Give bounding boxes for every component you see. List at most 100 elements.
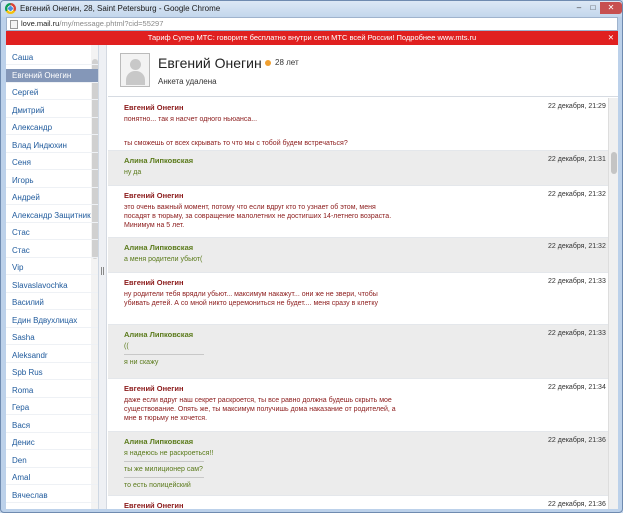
contact-item[interactable]: Андрей (6, 191, 98, 205)
contact-item[interactable]: Василий (6, 296, 98, 310)
profile-status: Анкета удалена (158, 77, 217, 86)
message-text: ну да (124, 169, 142, 176)
message-time: 22 декабря, 21:34 (548, 384, 606, 391)
url-path: /my/message.phtml?cid=55297 (59, 19, 164, 28)
message-item: Евгений Онегин 22 декабря, 21:33 ну родите… (108, 273, 608, 325)
message-divider (124, 461, 204, 462)
message-author[interactable]: Евгений Онегин (124, 103, 184, 112)
contact-item[interactable]: Vip (6, 261, 98, 275)
contact-item[interactable]: Amal (6, 471, 98, 485)
title-bar[interactable]: Евгений Онегин, 28, Saint Petersburg - G… (1, 1, 622, 17)
message-author[interactable]: Евгений Онегин (124, 384, 184, 393)
message-item: Алина Липковская 22 декабря, 21:31 ну да (108, 151, 608, 186)
message-item: Евгений Онегин 22 декабря, 21:29 понятно..… (108, 98, 608, 151)
contact-item[interactable]: Саша (6, 51, 98, 65)
contact-item[interactable]: Александр Защитник (6, 209, 98, 223)
message-time: 22 декабря, 21:36 (548, 501, 606, 508)
message-scrollbar[interactable] (608, 98, 618, 509)
zodiac-icon (265, 60, 271, 66)
message-text: я надеюсь не раскроеться!! (124, 450, 214, 457)
contact-item[interactable]: Стас (6, 244, 98, 258)
avatar-body-shape (126, 71, 145, 85)
contact-item[interactable]: Гера (6, 401, 98, 415)
contact-item[interactable]: Влад Индюхин (6, 139, 98, 153)
message-text: ну родители тебя врядли убьют... максиму… (124, 291, 378, 298)
message-item: Евгений Онегин 22 декабря, 21:34 даже если… (108, 379, 608, 432)
message-item: Евгений Онегин 22 декабря, 21:36 (108, 496, 608, 509)
message-time: 22 декабря, 21:33 (548, 278, 606, 285)
message-item: Евгений Онегин 22 декабря, 21:32 это очень… (108, 186, 608, 238)
message-text: Минимум на 5 лет. (124, 222, 185, 229)
contact-item[interactable]: Дмитрий (6, 104, 98, 118)
contact-item[interactable]: Сергей (6, 86, 98, 100)
message-text: понятно... так я насчет одного ньюанса..… (124, 116, 258, 123)
profile-name[interactable]: Евгений Онегин (158, 55, 262, 71)
message-author[interactable]: Евгений Онегин (124, 191, 184, 200)
contact-item[interactable]: Sasha (6, 331, 98, 345)
ad-banner-text[interactable]: Тариф Супер МТС: говорите бесплатно внут… (148, 33, 476, 42)
address-bar[interactable]: love.mail.ru/my/message.phtml?cid=55297 (6, 17, 618, 31)
maximize-button[interactable]: □ (586, 2, 600, 14)
message-time: 22 декабря, 21:31 (548, 156, 606, 163)
contact-item[interactable]: Slavaslavochka (6, 279, 98, 293)
message-author[interactable]: Евгений Онегин (124, 278, 184, 287)
window-title: Евгений Онегин, 28, Saint Petersburg - G… (20, 4, 221, 13)
message-divider (124, 354, 204, 355)
contact-item[interactable]: Вася (6, 419, 98, 433)
contact-item[interactable]: Aleksandr (6, 349, 98, 363)
url-text[interactable]: love.mail.ru/my/message.phtml?cid=55297 (21, 19, 163, 28)
contact-item[interactable]: Spb Rus (6, 366, 98, 380)
message-author[interactable]: Алина Липковская (124, 156, 193, 165)
page-content: Тариф Супер МТС: говорите бесплатно внут… (6, 31, 618, 509)
message-author[interactable]: Евгений Онегин (124, 501, 184, 509)
message-author[interactable]: Алина Липковская (124, 330, 193, 339)
message-text: я ни скажу (124, 359, 159, 366)
message-text: ты сможешь от всех скрывать то что мы с … (124, 140, 348, 147)
chrome-icon (5, 3, 16, 14)
message-scroll-thumb[interactable] (611, 152, 617, 174)
message-text: ты же милиционер сам? (124, 466, 203, 473)
message-text: то есть полицейский (124, 482, 191, 489)
message-text: (( (124, 343, 129, 350)
splitter-grip-icon[interactable] (101, 267, 104, 275)
avatar[interactable] (120, 53, 150, 87)
minimize-button[interactable]: – (572, 2, 586, 14)
contact-item[interactable]: Игорь (6, 174, 98, 188)
message-text: убивать детей. А со мной никто церемонит… (124, 300, 378, 307)
page-icon (10, 20, 18, 29)
message-time: 22 декабря, 21:33 (548, 330, 606, 337)
message-author[interactable]: Алина Липковская (124, 437, 193, 446)
message-text: а меня родители убьют( (124, 256, 203, 263)
message-text: посадят в тюрьму, за совращение малолетн… (124, 213, 392, 220)
pane-splitter[interactable] (99, 45, 107, 509)
message-item: Алина Липковская 22 декабря, 21:33 (( я ни … (108, 325, 608, 379)
message-divider (124, 477, 204, 478)
message-time: 22 декабря, 21:36 (548, 437, 606, 444)
contact-list: Саша Евгений Онегин Сергей Дмитрий Александр… (6, 45, 99, 509)
message-author[interactable]: Алина Липковская (124, 243, 193, 252)
message-list: Евгений Онегин 22 декабря, 21:29 понятно..… (108, 98, 608, 509)
contact-item[interactable]: Евгений Онегин (6, 68, 98, 83)
message-text: существование. Опять же, ты максимум пол… (124, 406, 396, 413)
banner-close-icon[interactable]: ✕ (608, 31, 614, 45)
contact-item[interactable]: Den (6, 454, 98, 468)
contact-item[interactable]: Денис (6, 436, 98, 450)
ad-banner[interactable]: Тариф Супер МТС: говорите бесплатно внут… (6, 31, 618, 45)
contact-item[interactable]: Roma (6, 384, 98, 398)
message-item: Алина Липковская 22 декабря, 21:36 я надею… (108, 432, 608, 496)
contact-item[interactable]: Сеня (6, 156, 98, 170)
message-text: мне в тюрьму не хочется. (124, 415, 208, 422)
browser-window: Евгений Онегин, 28, Saint Petersburg - G… (0, 0, 623, 513)
contact-item[interactable]: Александр (6, 121, 98, 135)
close-window-button[interactable]: ✕ (600, 2, 622, 14)
profile-age: 28 лет (275, 58, 299, 67)
message-text: это очень важный момент, потому что если… (124, 204, 376, 211)
message-item: Алина Липковская 22 декабря, 21:32 а меня … (108, 238, 608, 273)
message-text: даже если вдруг наш секрет раскроется, т… (124, 397, 392, 404)
message-time: 22 декабря, 21:32 (548, 243, 606, 250)
contact-item[interactable]: Един Вдвухлицах (6, 314, 98, 328)
contact-item[interactable]: Вячеслав (6, 489, 98, 503)
contact-item[interactable]: Стас (6, 226, 98, 240)
avatar-head-shape (130, 59, 141, 70)
profile-header: Евгений Онегин 28 лет Анкета удалена (108, 45, 618, 97)
